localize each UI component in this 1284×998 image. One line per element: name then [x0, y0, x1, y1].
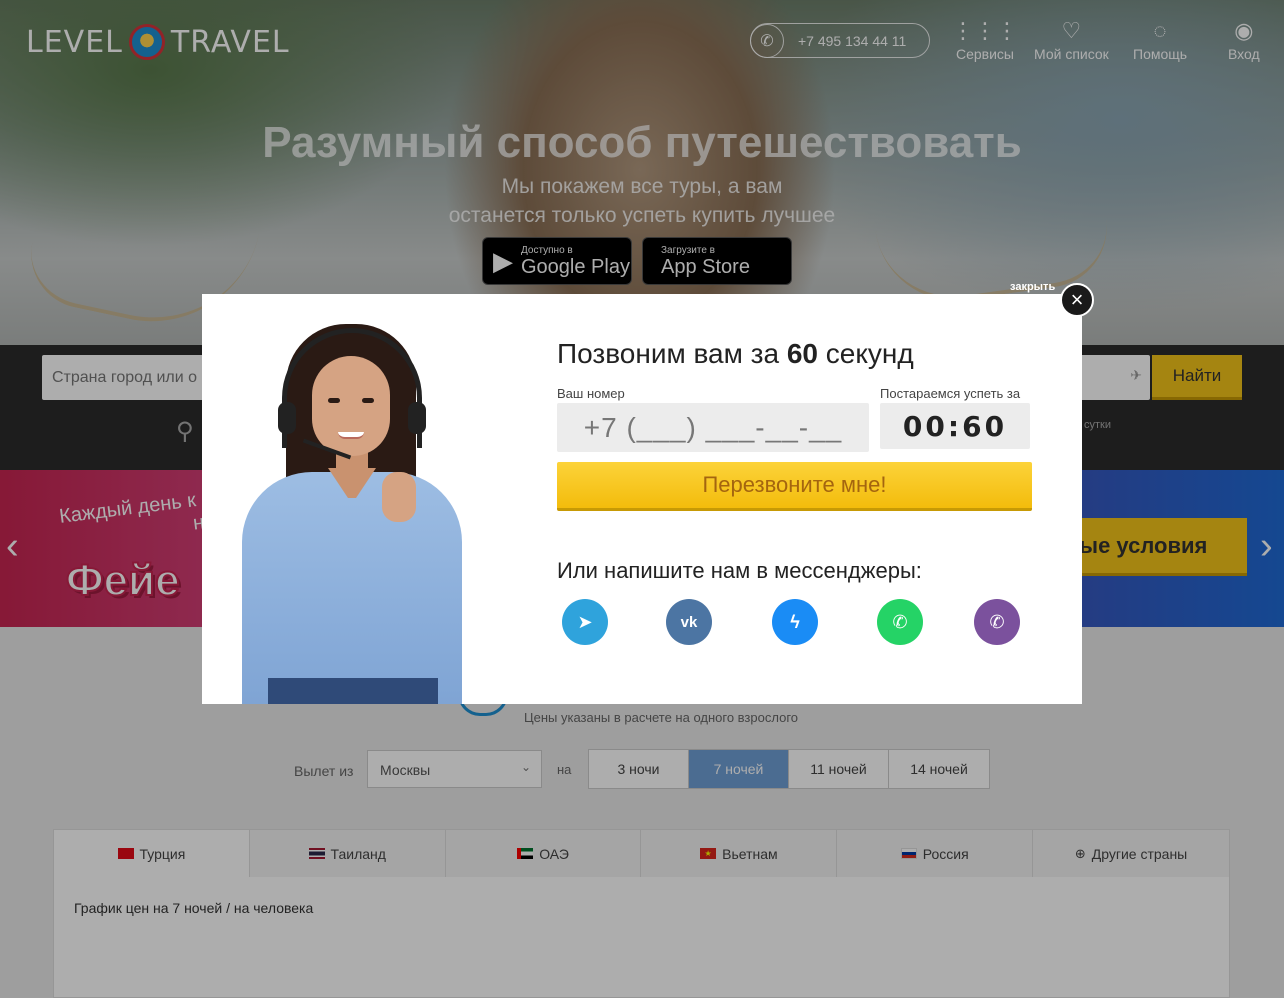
close-label[interactable]: закрыть — [1010, 281, 1055, 293]
whatsapp-icon[interactable]: ✆ — [877, 599, 923, 645]
vk-icon[interactable]: vk — [666, 599, 712, 645]
messengers-title: Или напишите нам в мессенджеры: — [557, 558, 922, 583]
operator-jeans — [268, 678, 438, 704]
modal-title-suffix: секунд — [825, 338, 914, 369]
phone-label: Ваш номер — [557, 386, 625, 401]
phone-input[interactable]: +7 (___) ___-__-__ — [557, 403, 869, 452]
modal-title: Позвоним вам за 60 секунд — [557, 338, 914, 370]
operator-shirt — [242, 472, 462, 704]
close-icon[interactable]: × — [1060, 283, 1094, 317]
messenger-icon[interactable]: ϟ — [772, 599, 818, 645]
callback-modal: Позвоним вам за 60 секунд Ваш номер Пост… — [202, 294, 1082, 704]
headset-ear — [408, 402, 426, 434]
modal-title-prefix: Позвоним вам за — [557, 338, 780, 369]
headset-ear — [278, 402, 296, 434]
modal-title-number: 60 — [786, 338, 818, 369]
operator-photo — [242, 322, 462, 704]
operator-hand — [382, 472, 416, 522]
viber-icon[interactable]: ✆ — [974, 599, 1020, 645]
operator-collar — [328, 468, 376, 502]
timer-label: Постараемся успеть за — [880, 386, 1021, 401]
telegram-icon[interactable]: ➤ — [562, 599, 608, 645]
countdown-timer: 00:60 — [880, 403, 1030, 449]
callback-button[interactable]: Перезвоните мне! — [557, 462, 1032, 511]
